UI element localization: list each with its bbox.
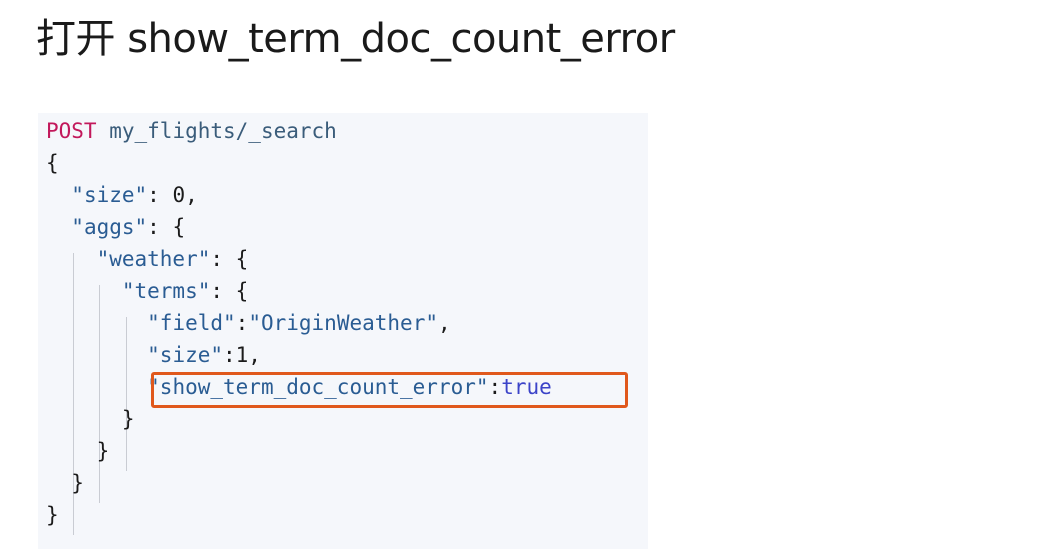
json-key: "size" [147, 343, 224, 367]
highlight-box [151, 372, 628, 408]
code-line: { [46, 147, 59, 179]
code-line: "weather": { [46, 243, 249, 275]
brace-close: } [121, 407, 135, 431]
code-line: } [46, 499, 59, 531]
code-line: } [46, 403, 135, 435]
code-line: "aggs": { [46, 211, 185, 243]
brace-open: { [46, 151, 59, 175]
punctuation: : { [210, 247, 249, 271]
json-key: "terms" [121, 279, 211, 303]
code-line: "size": 0, [46, 179, 198, 211]
punctuation: : [235, 311, 249, 335]
request-path: my_flights/_search [109, 119, 337, 143]
json-key: "weather" [96, 247, 211, 271]
code-line: "terms": { [46, 275, 248, 307]
brace-close: } [96, 439, 110, 463]
punctuation: :1, [223, 343, 261, 367]
page-title: 打开 show_term_doc_count_error [36, 16, 675, 62]
code-line: "field":"OriginWeather", [46, 307, 451, 339]
punctuation: : { [147, 215, 186, 239]
json-key: "field" [147, 311, 236, 335]
code-line-request: POST my_flights/_search [46, 115, 337, 147]
brace-close: } [46, 503, 59, 527]
punctuation: : [147, 183, 173, 207]
code-line: } [46, 467, 84, 499]
brace-close: } [71, 471, 84, 495]
json-number: 0, [172, 183, 198, 207]
code-block: POST my_flights/_search { "size": 0, "ag… [38, 113, 648, 549]
json-key: "aggs" [71, 215, 148, 239]
json-key: "size" [71, 183, 148, 207]
code-line: } [46, 435, 110, 467]
punctuation: , [437, 311, 451, 335]
punctuation: : { [210, 279, 249, 303]
code-line: "size":1, [46, 339, 261, 371]
json-string: "OriginWeather" [248, 311, 438, 335]
http-method: POST [46, 119, 97, 143]
